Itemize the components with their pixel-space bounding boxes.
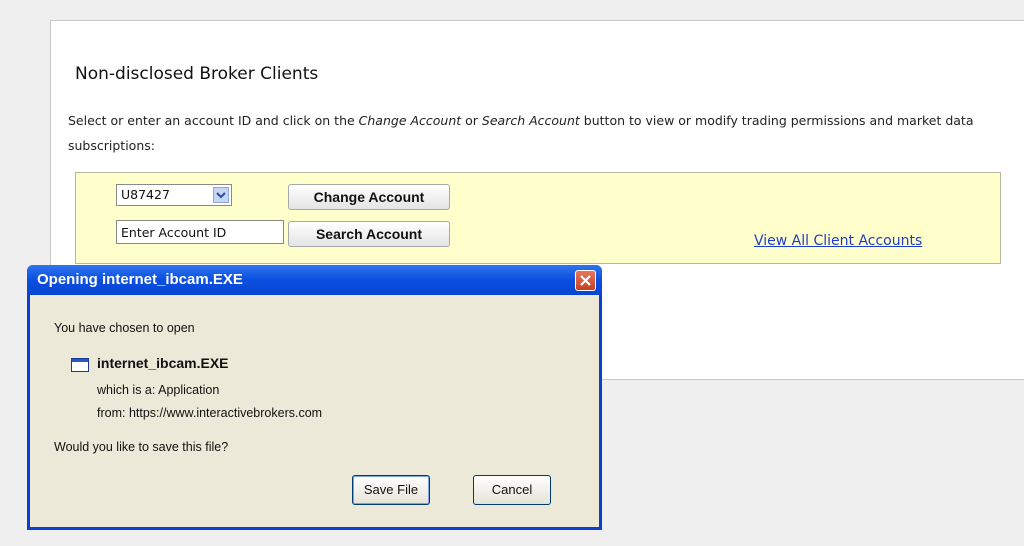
file-source: from: https://www.interactivebrokers.com: [97, 406, 323, 420]
close-icon[interactable]: [575, 270, 596, 291]
file-icon: [71, 358, 89, 372]
dialog-title: Opening internet_ibcam.EXE: [37, 271, 243, 288]
view-all-client-accounts-link[interactable]: View All Client Accounts: [754, 233, 922, 249]
page-title: Non-disclosed Broker Clients: [75, 64, 319, 84]
save-question: Would you like to save this file?: [54, 440, 229, 454]
file-download-dialog: Opening internet_ibcam.EXE You have chos…: [27, 265, 602, 530]
dialog-titlebar[interactable]: Opening internet_ibcam.EXE: [27, 265, 602, 295]
account-select[interactable]: U87427: [116, 184, 232, 206]
search-account-button[interactable]: Search Account: [288, 221, 450, 247]
file-name: internet_ibcam.EXE: [97, 355, 229, 371]
account-select-value: U87427: [121, 187, 170, 202]
chosen-to-open-label: You have chosen to open: [54, 321, 195, 335]
file-type: which is a: Application: [97, 383, 220, 397]
instructions-text: Select or enter an account ID and click …: [68, 113, 974, 153]
save-file-button[interactable]: Save File: [352, 475, 430, 505]
cancel-button[interactable]: Cancel: [473, 475, 551, 505]
chevron-down-icon[interactable]: [213, 187, 229, 203]
change-account-button[interactable]: Change Account: [288, 184, 450, 210]
account-id-input[interactable]: [116, 220, 284, 244]
